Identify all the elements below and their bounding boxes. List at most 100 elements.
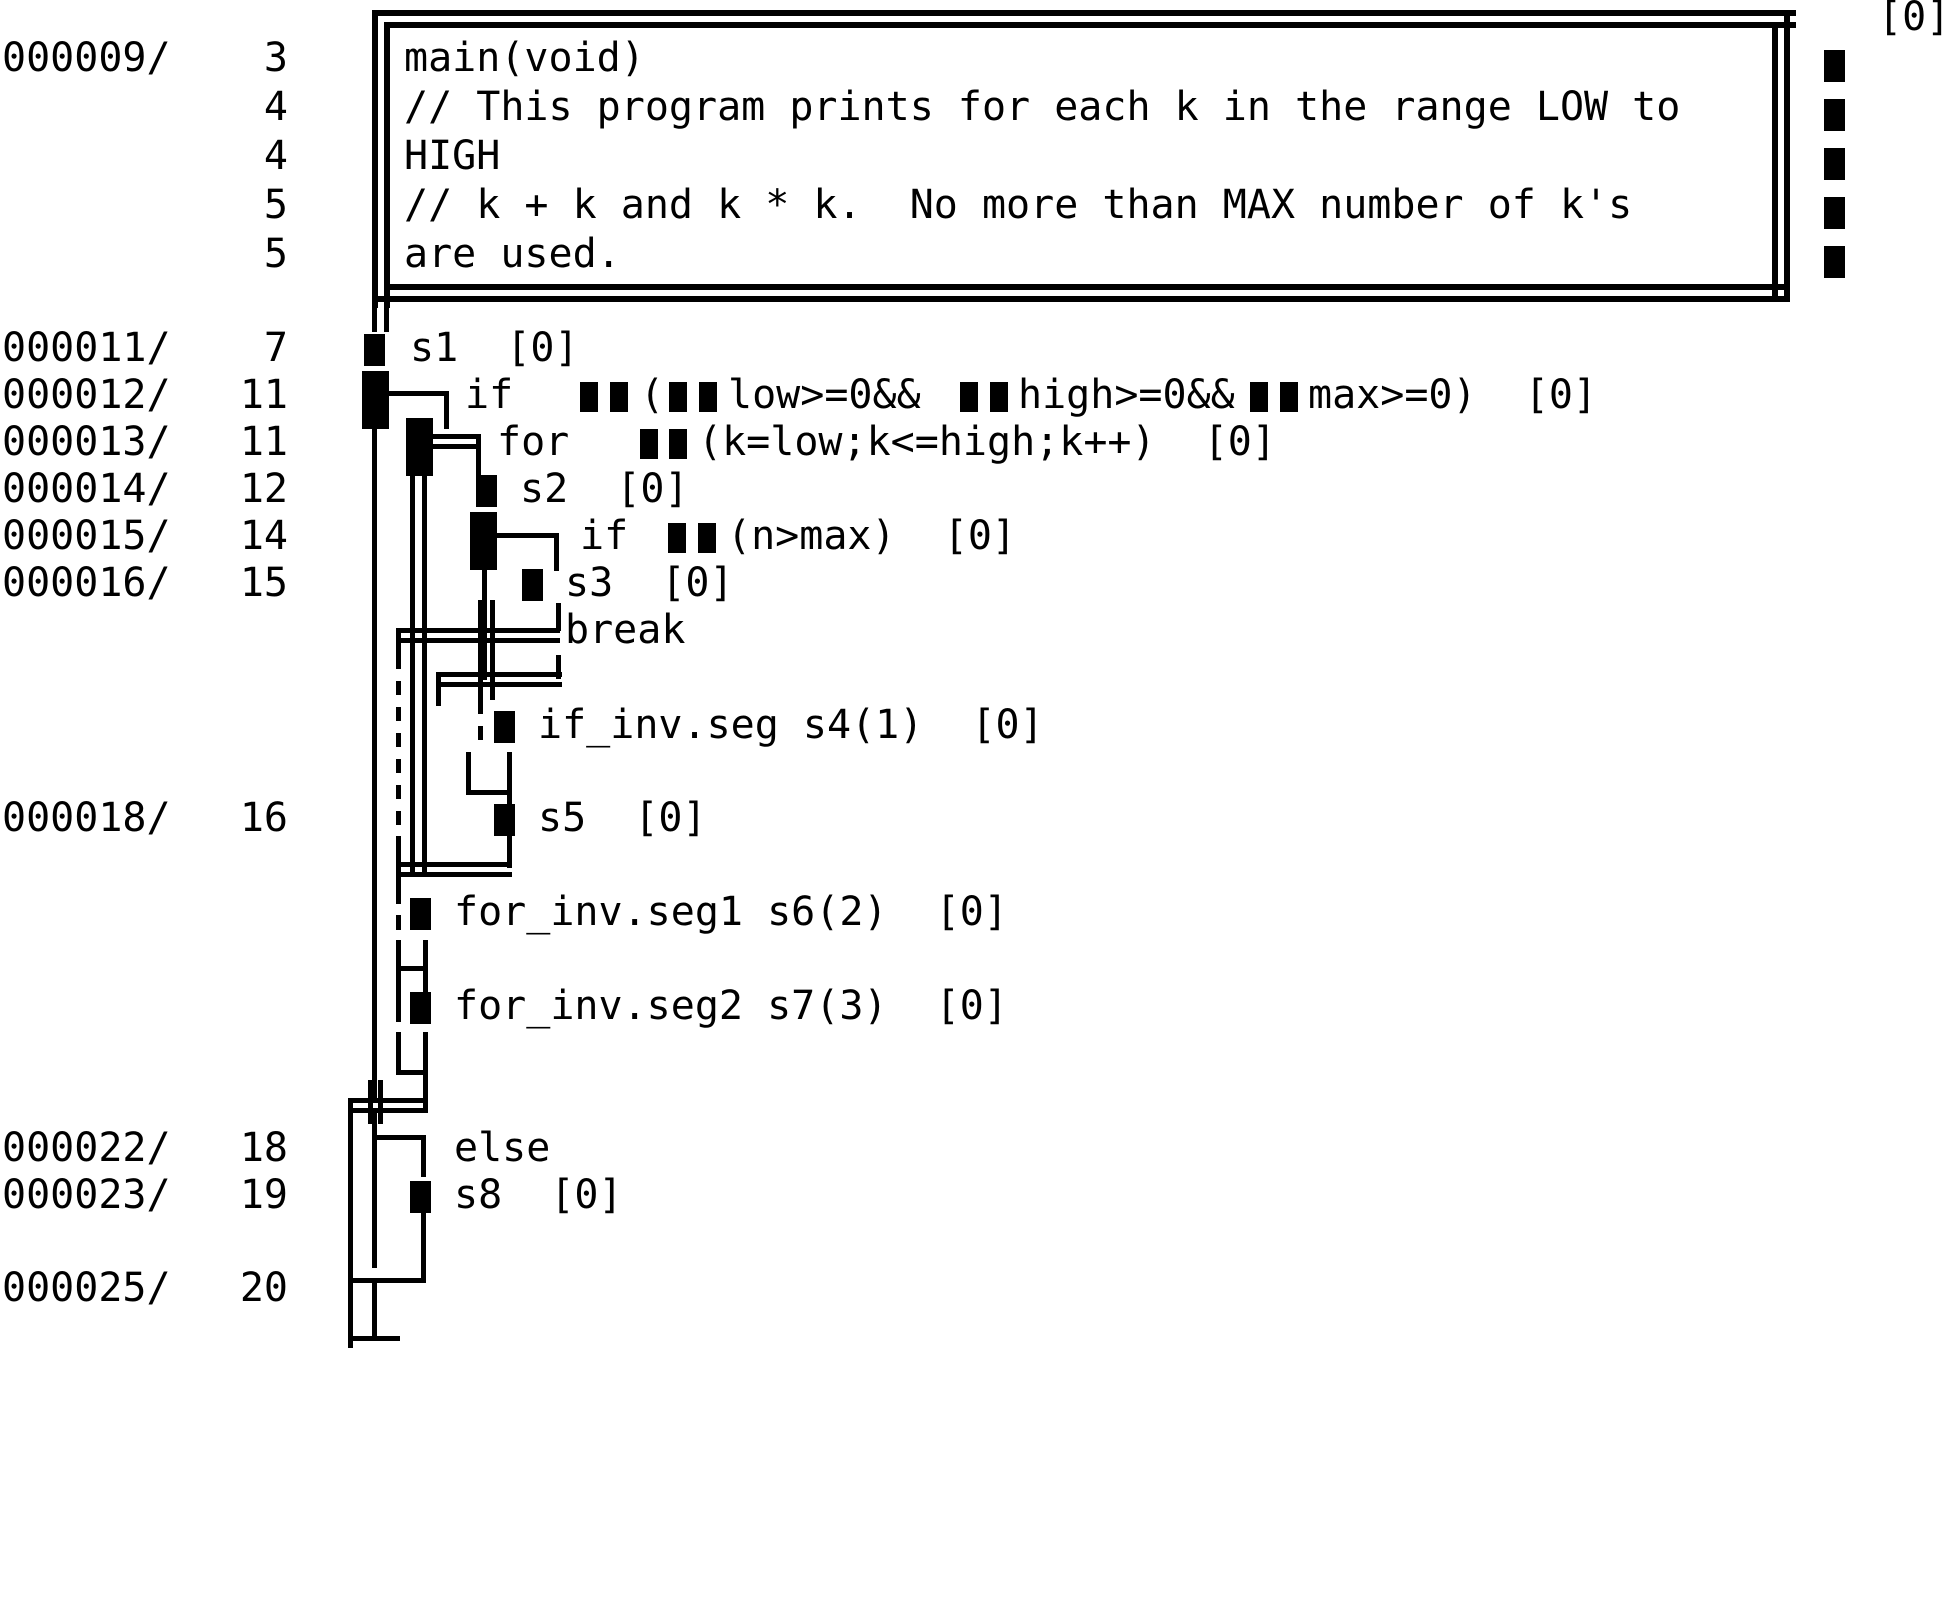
seg2-join-right-v xyxy=(423,1032,428,1108)
node-marker-for-inv-seg2[interactable] xyxy=(410,992,431,1024)
branch-v xyxy=(444,391,449,429)
row-label-if-outer-c3: max>=0) [0] xyxy=(1308,372,1597,418)
row-label-if-outer-c1: low>=0&& xyxy=(728,372,921,418)
seg2-join-v xyxy=(396,1032,401,1074)
inline-marker[interactable] xyxy=(610,382,628,412)
line-end-marker xyxy=(1824,197,1845,229)
lnum-15: 15 xyxy=(239,560,288,606)
top-right-index-label: [0] xyxy=(1878,0,1946,40)
row-label-s3: s3 [0] xyxy=(565,560,734,606)
row-label-for-inv-seg2: for_inv.seg2 s7(3) [0] xyxy=(454,983,1008,1029)
else-cross-h xyxy=(348,1108,428,1113)
row-label-if-inv-seg: if_inv.seg s4(1) [0] xyxy=(538,702,1044,748)
if-inv-join-h xyxy=(466,790,512,795)
inline-marker[interactable] xyxy=(1250,382,1268,412)
line-end-marker xyxy=(1824,50,1845,82)
line-end-marker xyxy=(1824,246,1845,278)
loop-back-h xyxy=(396,862,512,867)
inline-marker[interactable] xyxy=(669,429,687,459)
row-label-for-cond: (k=low;k<=high;k++) [0] xyxy=(698,419,1276,465)
join-right-v xyxy=(556,655,561,679)
box-line-comment2: // k + k and k * k. No more than MAX num… xyxy=(404,182,1633,228)
box-line-comment2b: are used. xyxy=(404,231,621,277)
box-lnum-5a: 5 xyxy=(263,182,288,228)
lnum-19: 19 xyxy=(239,1172,288,1218)
node-marker-for[interactable] xyxy=(406,418,433,476)
join-left-v xyxy=(436,672,441,706)
box-lnum-5b: 5 xyxy=(263,231,288,277)
row-label-s2: s2 [0] xyxy=(520,466,689,512)
inline-marker[interactable] xyxy=(699,382,717,412)
seg-join-h xyxy=(396,966,428,971)
merge-stem-v xyxy=(372,1278,377,1340)
node-marker-s8[interactable] xyxy=(410,1181,431,1213)
row-label-for-kw: for xyxy=(497,419,618,465)
inline-marker[interactable] xyxy=(668,523,686,553)
if-inv-join-v xyxy=(466,752,471,794)
for-spine-b xyxy=(422,476,427,874)
row-label-break: break xyxy=(565,607,686,653)
line-end-marker xyxy=(1824,99,1845,131)
address-000009: 000009/ xyxy=(2,35,171,81)
branch-h xyxy=(433,444,481,449)
trunk-spine-lower xyxy=(372,1108,377,1268)
break-stub-v xyxy=(556,603,561,631)
inline-marker[interactable] xyxy=(990,382,1008,412)
node-marker-s1[interactable] xyxy=(364,334,385,366)
row-label-else: else xyxy=(454,1125,551,1171)
inline-marker[interactable] xyxy=(580,382,598,412)
row-label-if-outer-open: ( xyxy=(640,372,665,418)
box-lnum-4a: 4 xyxy=(263,84,288,130)
node-marker-s2[interactable] xyxy=(476,475,497,507)
merge-h xyxy=(348,1278,426,1283)
node-marker-for-inv-seg1[interactable] xyxy=(410,898,431,930)
trunk-spine xyxy=(372,380,377,1100)
row-label-if-outer-kw: if xyxy=(465,372,562,418)
join-h xyxy=(440,682,562,687)
node-marker-if-inner[interactable] xyxy=(470,512,497,570)
branch-v xyxy=(476,434,481,480)
else-branch-h xyxy=(372,1135,426,1140)
box-lnum-4b: 4 xyxy=(263,133,288,179)
loop-back-h xyxy=(396,872,512,877)
inline-marker[interactable] xyxy=(1280,382,1298,412)
lnum-12: 12 xyxy=(239,466,288,512)
row-label-s1: s1 [0] xyxy=(410,325,579,371)
if-inv-join-right-v xyxy=(507,752,512,806)
branch-h xyxy=(389,391,449,396)
dashed-branch-line xyxy=(396,982,401,1032)
inline-marker[interactable] xyxy=(669,382,687,412)
inline-marker[interactable] xyxy=(640,429,658,459)
row-label-if-inner-kw: if xyxy=(580,513,677,559)
merge-right-v xyxy=(421,1213,426,1283)
node-marker-s5[interactable] xyxy=(494,804,515,836)
box-inner-right-border xyxy=(1772,22,1778,302)
branch-h xyxy=(433,434,481,439)
lnum-14: 14 xyxy=(239,513,288,559)
node-marker-if-inv-seg[interactable] xyxy=(494,711,515,743)
dashed-branch-line xyxy=(478,700,483,752)
inline-marker[interactable] xyxy=(698,523,716,553)
row-label-s5: s5 [0] xyxy=(538,795,707,841)
box-inner-bottom-border xyxy=(384,284,1790,290)
box-outer-bottom-border xyxy=(372,296,1790,302)
loop-back-left-v xyxy=(396,836,401,896)
node-marker-s3[interactable] xyxy=(522,569,543,601)
row-label-s8: s8 [0] xyxy=(454,1172,623,1218)
join-h xyxy=(440,672,562,677)
line-end-marker xyxy=(1824,148,1845,180)
box-line-comment1b: HIGH xyxy=(404,133,501,179)
node-marker-if-outer[interactable] xyxy=(362,371,389,429)
terminator-bar xyxy=(348,1336,400,1341)
lnum-11a: 11 xyxy=(239,372,288,418)
lnum-16: 16 xyxy=(239,795,288,841)
connector-vertical xyxy=(372,302,377,332)
inline-marker[interactable] xyxy=(960,382,978,412)
else-cross-h xyxy=(348,1098,428,1103)
row-label-if-outer-c2: high>=0&& xyxy=(1018,372,1235,418)
branch-h xyxy=(497,533,559,538)
lnum-7: 7 xyxy=(263,325,288,371)
row-label-if-inner-cond: (n>max) [0] xyxy=(727,513,1016,559)
connector-vertical xyxy=(384,302,389,332)
else-left-spine xyxy=(348,1098,353,1348)
